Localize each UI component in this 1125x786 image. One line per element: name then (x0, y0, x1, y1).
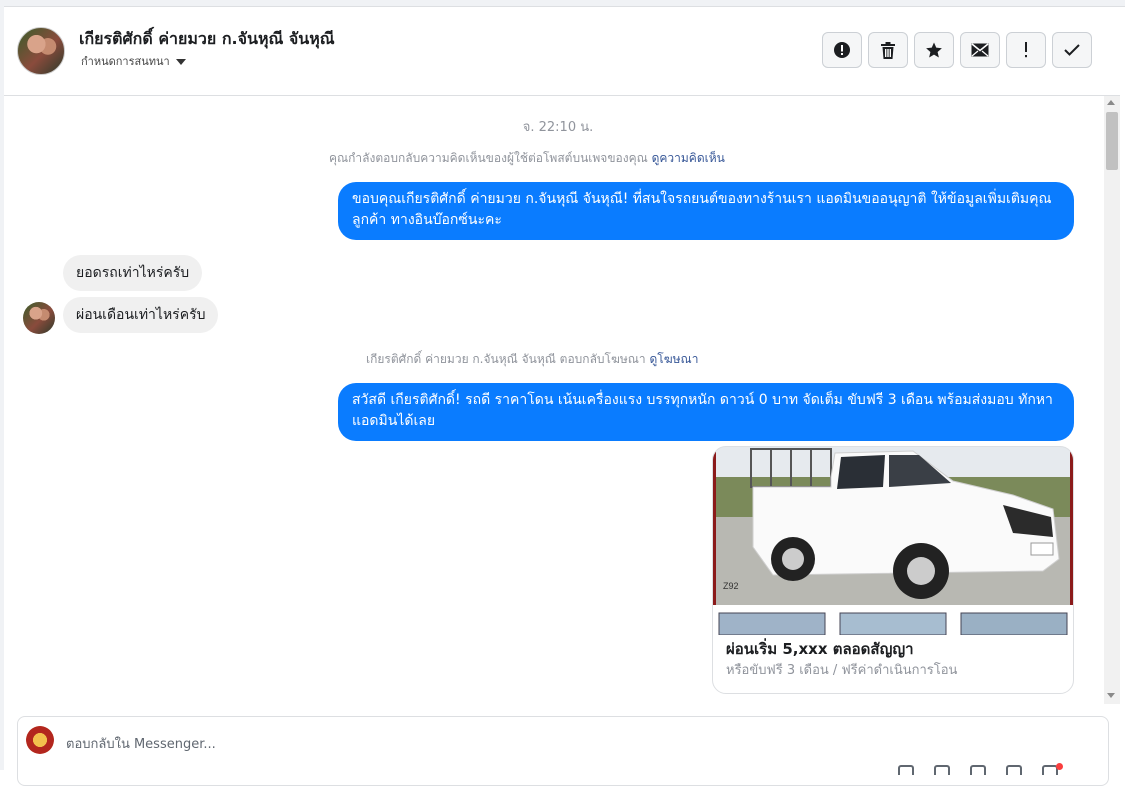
composer-tools (898, 765, 1058, 775)
ad-card[interactable]: Z92 ผ่อนเริ่ม 5,xxx ตลอดสัญญา หรือขับฟรี… (712, 446, 1074, 694)
comment-reply-text: คุณกำลังตอบกลับความคิดเห็นของผู้ใช้ต่อโพ… (329, 151, 648, 165)
mark-spam-button[interactable] (822, 32, 862, 68)
scroll-up-arrow-icon[interactable] (1107, 100, 1115, 105)
header-actions (822, 32, 1092, 68)
reply-composer[interactable]: ตอบกลับใน Messenger... (17, 716, 1109, 786)
mark-done-button[interactable] (1052, 32, 1092, 68)
ad-reply-text: เกียรติศักดิ์ ค่ายมวย ก.จันหุณี จันหุณี … (366, 352, 646, 366)
follow-up-button[interactable] (1006, 32, 1046, 68)
top-bar (0, 0, 1125, 7)
pickup-truck-image[interactable]: Z92 (713, 447, 1073, 635)
message-timestamp: จ. 22:10 น. (522, 120, 594, 135)
star-icon (926, 42, 942, 58)
caret-down-icon (175, 59, 186, 65)
attachment-icon[interactable] (898, 765, 914, 775)
envelope-icon (971, 43, 989, 57)
ad-reply-note: เกียรติศักดิ์ ค่ายมวย ก.จันหุณี จันหุณี … (366, 350, 698, 369)
check-icon (1064, 44, 1080, 56)
assign-label: กำหนดการสนทนา (81, 55, 170, 68)
incoming-message: ผ่อนเดือนเท่าไหร่ครับ (63, 297, 219, 333)
outgoing-message: สวัสดี เกียรติศักดิ์! รถดี ราคาโดน เน้นเ… (338, 383, 1074, 441)
ad-card-subtitle: หรือขับฟรี 3 เดือน / ฟรีค่าดำเนินการโอน (726, 663, 958, 678)
star-button[interactable] (914, 32, 954, 68)
conversation-header: เกียรติศักดิ์ ค่ายมวย ก.จันหุณี จันหุณี … (4, 7, 1120, 96)
ad-card-title: ผ่อนเริ่ม 5,xxx ตลอดสัญญา (726, 640, 914, 658)
contact-name[interactable]: เกียรติศักดิ์ ค่ายมวย ก.จันหุณี จันหุณี (79, 27, 335, 52)
mark-unread-button[interactable] (960, 32, 1000, 68)
delete-button[interactable] (868, 32, 908, 68)
scroll-down-arrow-icon[interactable] (1107, 693, 1115, 698)
reply-input[interactable]: ตอบกลับใน Messenger... (66, 733, 216, 754)
exclamation-icon (1025, 42, 1027, 58)
contact-avatar[interactable] (17, 27, 65, 75)
alert-circle-icon (834, 42, 850, 58)
scrollbar-track[interactable] (1104, 96, 1120, 704)
view-ad-link[interactable]: ดูโฆษณา (650, 352, 699, 366)
trash-icon (881, 41, 895, 59)
image-stamp: Z92 (723, 581, 739, 591)
comment-reply-note: คุณกำลังตอบกลับความคิดเห็นของผู้ใช้ต่อโพ… (329, 149, 725, 168)
assign-conversation-dropdown[interactable]: กำหนดการสนทนา (81, 52, 186, 70)
incoming-message: ยอดรถเท่าไหร่ครับ (63, 255, 203, 291)
image-icon[interactable] (970, 765, 986, 775)
emoji-icon[interactable] (1006, 765, 1022, 775)
view-comment-link[interactable]: ดูความคิดเห็น (652, 151, 725, 165)
notification-dot (1056, 763, 1063, 770)
outgoing-message: ขอบคุณเกียรติศักดิ์ ค่ายมวย ก.จันหุณี จั… (338, 182, 1074, 240)
saved-reply-icon[interactable] (934, 765, 950, 775)
contact-avatar-small (23, 302, 55, 334)
page-avatar (26, 726, 54, 754)
